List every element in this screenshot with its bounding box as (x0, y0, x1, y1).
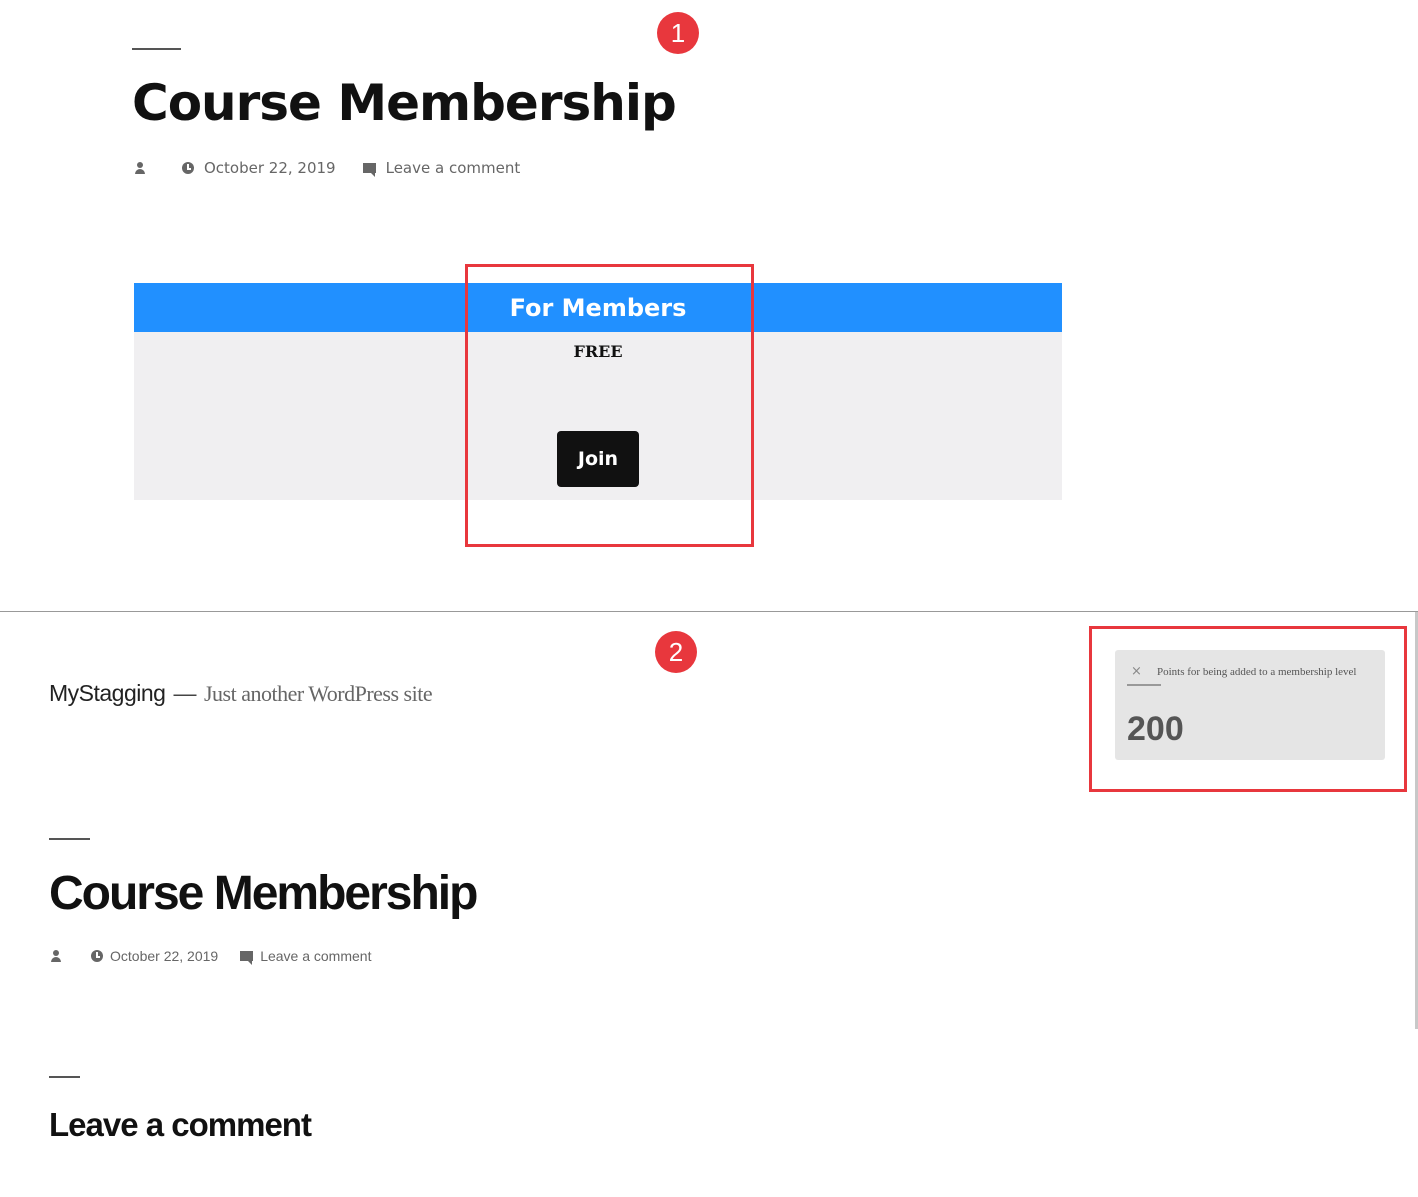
post-date-2[interactable]: October 22, 2019 (110, 948, 218, 964)
site-tagline: Just another WordPress site (203, 681, 433, 706)
comments-heading: Leave a comment (49, 1106, 312, 1143)
comment-icon (240, 951, 254, 965)
leave-comment-link[interactable]: Leave a comment (386, 159, 521, 177)
highlight-box-points (1089, 626, 1407, 792)
author-meta-2[interactable] (50, 950, 62, 962)
comments-meta[interactable]: Leave a comment (362, 159, 521, 177)
clock-icon (91, 950, 103, 962)
person-icon (134, 162, 146, 174)
screenshot-divider (0, 611, 1418, 612)
clock-icon (182, 162, 194, 174)
site-branding: MyStagging — Just another WordPress site (49, 680, 433, 707)
leave-comment-link-2[interactable]: Leave a comment (260, 948, 371, 964)
post-title: Course Membership (132, 74, 677, 132)
date-meta-2[interactable]: October 22, 2019 (91, 948, 218, 964)
person-icon (50, 950, 62, 962)
comments-meta-2[interactable]: Leave a comment (240, 948, 371, 965)
callout-badge-2: 2 (655, 631, 697, 673)
title-separator-2 (49, 838, 90, 840)
site-title[interactable]: MyStagging (49, 680, 166, 706)
title-separator (132, 48, 181, 50)
comments-separator (49, 1076, 80, 1078)
comment-icon (362, 163, 376, 177)
highlight-box-join (465, 264, 754, 547)
post-meta-2: October 22, 2019 Leave a comment (50, 948, 371, 965)
date-meta[interactable]: October 22, 2019 (182, 159, 336, 177)
callout-badge-1: 1 (657, 12, 699, 54)
post-title-2: Course Membership (49, 867, 478, 920)
post-meta: October 22, 2019 Leave a comment (134, 159, 520, 177)
post-date[interactable]: October 22, 2019 (204, 159, 336, 177)
site-title-separator: — (173, 680, 196, 706)
author-meta[interactable] (134, 162, 146, 174)
